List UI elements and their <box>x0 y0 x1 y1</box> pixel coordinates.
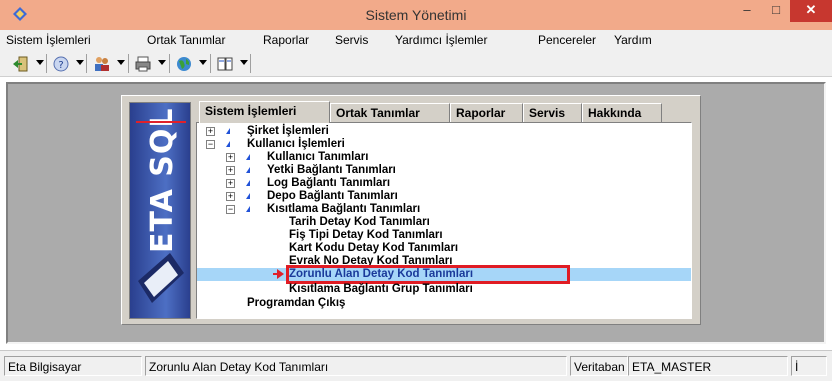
collapse-icon[interactable]: − <box>206 140 215 149</box>
status-db-name: ETA_MASTER <box>628 356 788 376</box>
close-button[interactable]: ✕ <box>790 0 832 22</box>
tree-node-depo-baglanti[interactable]: + Depo Bağlantı Tanımları <box>197 190 691 203</box>
toolbar-separator <box>46 54 47 73</box>
globe-icon <box>177 57 191 71</box>
highlight-box <box>286 265 570 284</box>
expand-icon[interactable]: + <box>226 179 235 188</box>
tree-node-kart-kodu-detay[interactable]: Kart Kodu Detay Kod Tanımları <box>197 242 691 255</box>
tree-node-kullanici-islemleri[interactable]: − Kullanıcı İşlemleri <box>197 138 691 151</box>
toolbar-separator <box>128 54 129 73</box>
chevron-down-icon <box>240 60 248 65</box>
tree-node-label: Programdan Çıkış <box>247 297 346 309</box>
menu-yardimci-islemler[interactable]: Yardımcı İşlemler <box>395 33 487 47</box>
tree-node-label: Tarih Detay Kod Tanımları <box>289 216 430 228</box>
chevron-down-icon <box>158 60 166 65</box>
window-title: Sistem Yönetimi <box>365 7 467 23</box>
chevron-down-icon <box>36 60 44 65</box>
pointer-arrow-icon <box>277 269 284 279</box>
menu-bar: Sistem İşlemleri Ortak Tanımlar Raporlar… <box>0 30 832 50</box>
status-company: Eta Bilgisayar <box>4 356 142 376</box>
help-icon: ? <box>53 56 69 72</box>
system-dialog: ETA SQL Sistem İşlemleri Ortak Tanımlar … <box>121 95 701 325</box>
menu-ortak-tanimlar[interactable]: Ortak Tanımlar <box>147 33 225 47</box>
menu-servis[interactable]: Servis <box>335 33 368 47</box>
maximize-button[interactable]: □ <box>763 0 789 22</box>
menu-pencereler[interactable]: Pencereler <box>538 33 596 47</box>
tree-node-yetki-baglanti[interactable]: + Yetki Bağlantı Tanımları <box>197 164 691 177</box>
toolbar-separator <box>86 54 87 73</box>
tree-node-label: Kısıtlama Bağlantı Grup Tanımları <box>289 283 473 295</box>
tree-node-label: Kullanıcı İşlemleri <box>247 138 345 150</box>
tree-marker-icon <box>246 206 250 212</box>
title-bar[interactable]: Sistem Yönetimi – □ ✕ <box>0 0 832 30</box>
tree-marker-icon <box>246 180 250 186</box>
toolbar-separator <box>250 54 251 73</box>
tree-node-label: Şirket İşlemleri <box>247 125 329 137</box>
tab-raporlar[interactable]: Raporlar <box>450 103 523 122</box>
toolbar: ? <box>0 50 832 77</box>
tree-marker-icon <box>246 154 250 160</box>
tree-node-label: Log Bağlantı Tanımları <box>267 177 391 189</box>
expand-icon[interactable]: + <box>226 166 235 175</box>
expand-icon[interactable]: + <box>226 192 235 201</box>
users-icon <box>95 57 109 71</box>
menu-sistem-islemleri[interactable]: Sistem İşlemleri <box>6 33 91 47</box>
tree-node-label: Kart Kodu Detay Kod Tanımları <box>289 242 459 254</box>
eta-sql-logo-icon: ETA SQL <box>136 107 186 303</box>
tree-node-label: Yetki Bağlantı Tanımları <box>267 164 396 176</box>
tab-servis[interactable]: Servis <box>523 103 582 122</box>
chevron-down-icon <box>76 60 84 65</box>
tree-node-sirket-islemleri[interactable]: + Şirket İşlemleri <box>197 125 691 138</box>
tree-node-label: Kullanıcı Tanımları <box>267 151 369 163</box>
tree-node-kisitlama-grup[interactable]: Kısıtlama Bağlantı Grup Tanımları <box>197 283 691 296</box>
tree-node-label: Depo Bağlantı Tanımları <box>267 190 398 202</box>
main-window: Sistem Yönetimi – □ ✕ Sistem İşlemleri O… <box>0 0 832 381</box>
collapse-icon[interactable]: − <box>226 205 235 214</box>
tree-node-programdan-cikis[interactable]: Programdan Çıkış <box>197 297 691 310</box>
tree-node-tarih-detay[interactable]: Tarih Detay Kod Tanımları <box>197 216 691 229</box>
eta-logo: ETA SQL <box>129 102 191 319</box>
toolbar-separator <box>169 54 170 73</box>
printer-icon <box>135 56 151 72</box>
chevron-down-icon <box>117 60 125 65</box>
logo-text: ETA SQL <box>145 107 180 253</box>
status-db-label: Veritaban <box>570 356 628 376</box>
menu-yardim[interactable]: Yardım <box>614 33 652 47</box>
tree-node-fis-tipi-detay[interactable]: Fiş Tipi Detay Kod Tanımları <box>197 229 691 242</box>
tree-view[interactable]: + Şirket İşlemleri − Kullanıcı İşlemleri… <box>196 122 692 319</box>
minimize-button[interactable]: – <box>734 0 760 22</box>
tab-ortak-tanimlar[interactable]: Ortak Tanımlar <box>330 103 450 122</box>
menu-raporlar[interactable]: Raporlar <box>263 33 309 47</box>
tree-marker-icon <box>226 128 230 134</box>
tree-marker-icon <box>246 167 250 173</box>
chevron-down-icon <box>199 60 207 65</box>
tab-sistem-islemleri[interactable]: Sistem İşlemleri <box>199 101 330 123</box>
tree-node-label: Fiş Tipi Detay Kod Tanımları <box>289 229 443 241</box>
status-extra: İ <box>791 356 827 376</box>
svg-text:?: ? <box>58 60 63 71</box>
window-icon <box>217 57 233 71</box>
tree-node-kullanici-tanimlari[interactable]: + Kullanıcı Tanımları <box>197 151 691 164</box>
toolbar-separator <box>210 54 211 73</box>
status-bar: Eta Bilgisayar Zorunlu Alan Detay Kod Ta… <box>0 350 832 381</box>
tree-marker-icon <box>246 193 250 199</box>
expand-icon[interactable]: + <box>206 127 215 136</box>
tree-marker-icon <box>226 141 230 147</box>
tree-node-kisitlama-baglanti[interactable]: − Kısıtlama Bağlantı Tanımları <box>197 203 691 216</box>
tree-node-label: Kısıtlama Bağlantı Tanımları <box>267 203 421 215</box>
tree-node-log-baglanti[interactable]: + Log Bağlantı Tanımları <box>197 177 691 190</box>
expand-icon[interactable]: + <box>226 153 235 162</box>
tab-hakkinda[interactable]: Hakkında <box>582 103 662 122</box>
exit-icon <box>13 56 28 72</box>
status-current-item: Zorunlu Alan Detay Kod Tanımları <box>145 356 567 376</box>
